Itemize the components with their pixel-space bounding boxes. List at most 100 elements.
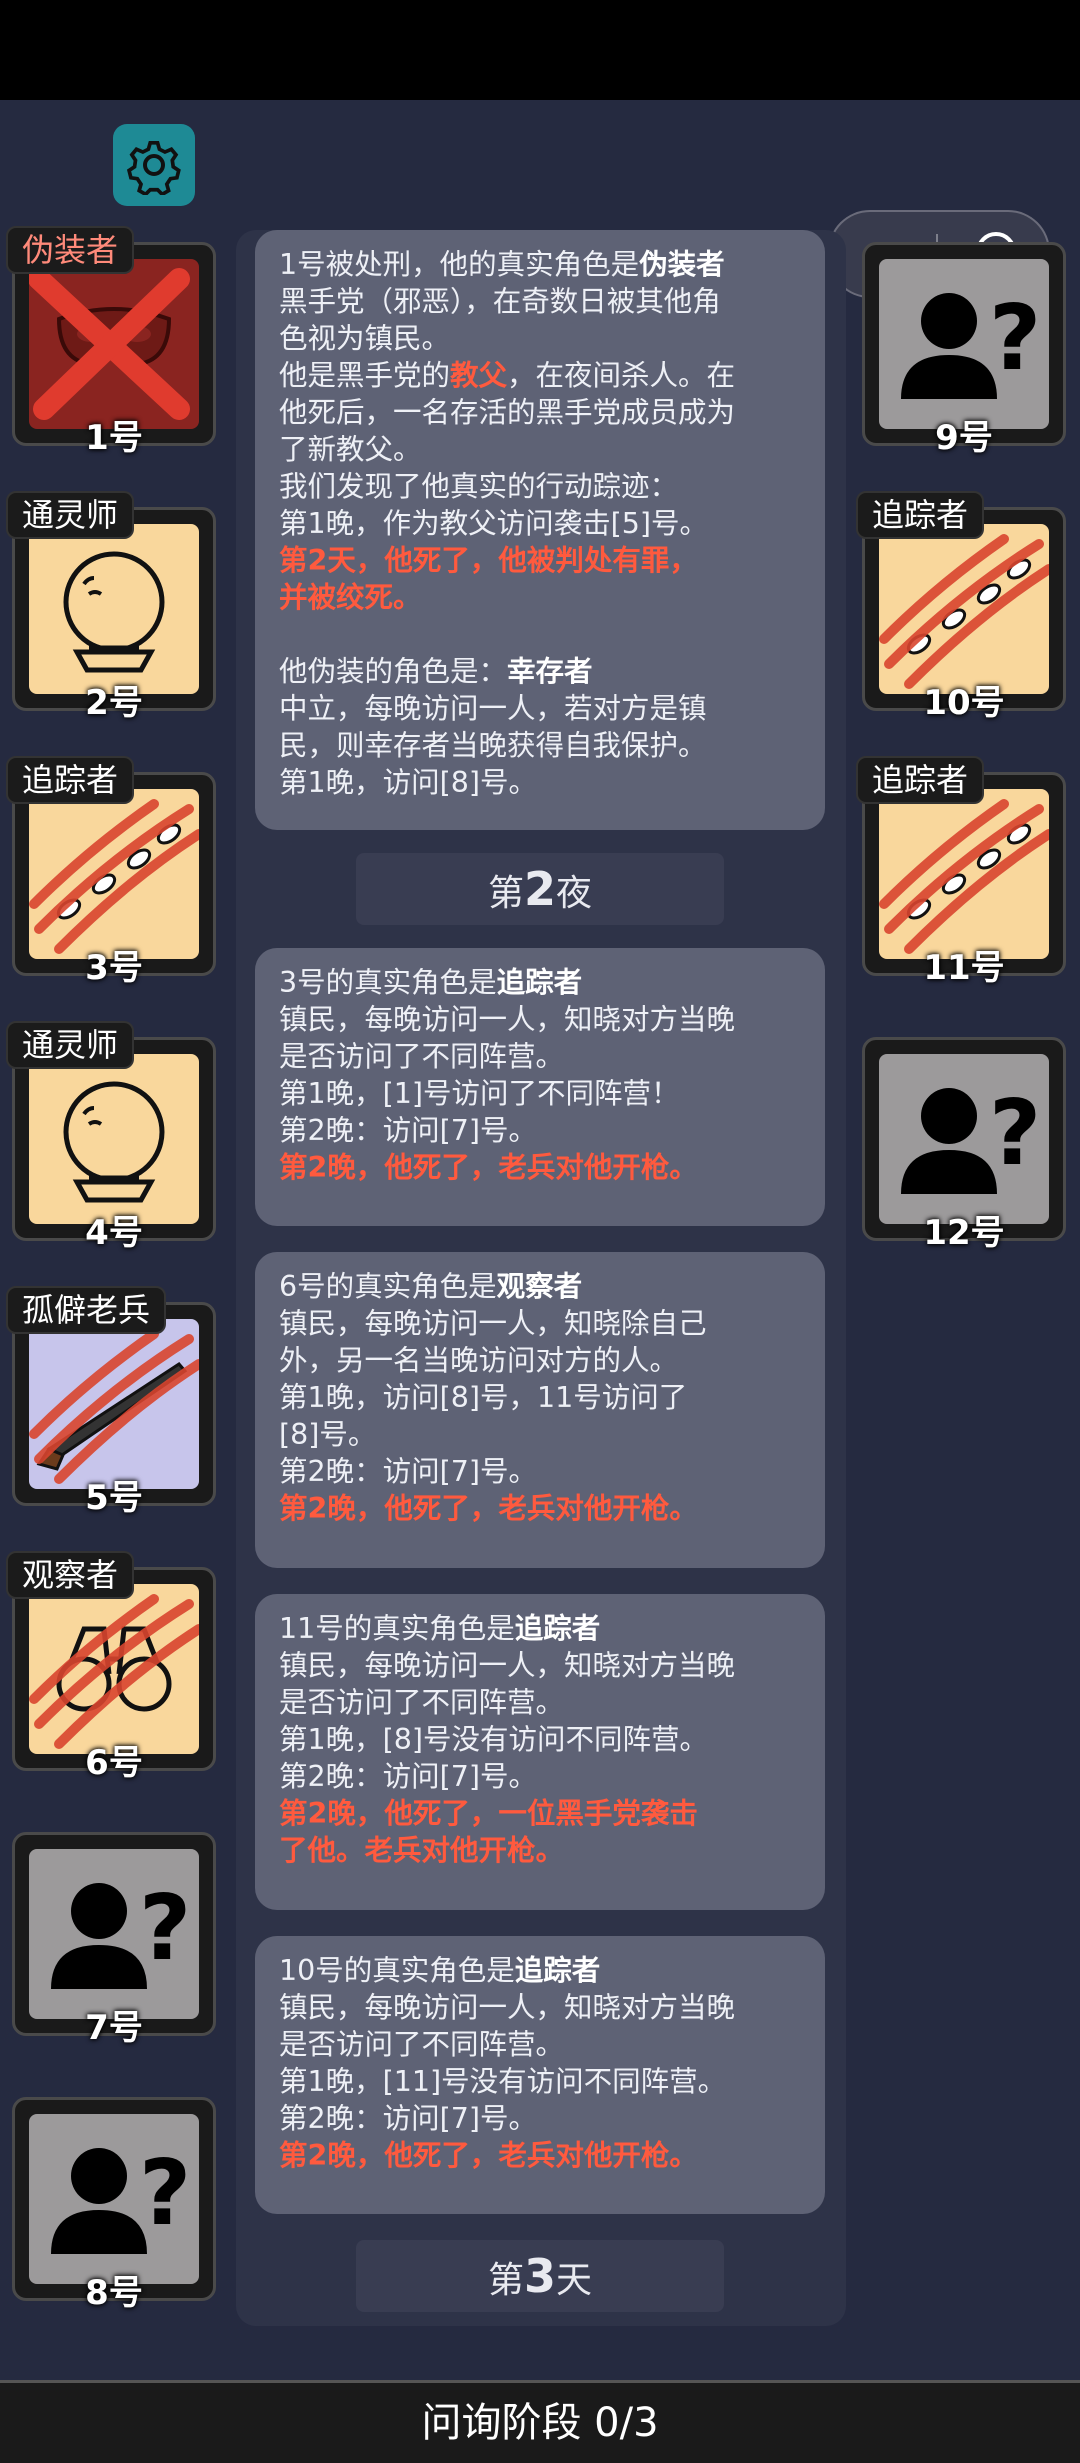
player-3[interactable]: 追踪者 3号 [6,756,216,988]
log-message-5: 10号的真实角色是追踪者 镇民，每晚访问一人，知晓对方当晚 是否访问了不同阵营。… [255,1936,825,2214]
player-1[interactable]: 伪装者 1号 [6,226,216,458]
player-portrait: ? [879,1054,1049,1224]
log-line: 6号的真实角色是观察者 [279,1270,583,1303]
player-portrait [29,1054,199,1224]
log-line: 黑手党（邪恶），在奇数日被其他角 [279,285,721,318]
log-line: 我们发现了他真实的行动踪迹： [279,470,679,503]
player-portrait: ? [29,1849,199,2019]
log-message-4: 11号的真实角色是追踪者 镇民，每晚访问一人，知晓对方当晚 是否访问了不同阵营。… [255,1594,825,1910]
player-portrait: ? [879,259,1049,429]
player-10[interactable]: 追踪者 10号 [856,491,1066,723]
log-line: 第1晚，访问[8]号，11号访问了 [279,1381,688,1414]
role-label: 观察者 [6,1551,135,1599]
player-7[interactable]: ? 7号 [12,1832,216,2048]
log-line-highlight: 第2晚，他死了，老兵对他开枪。 [279,1492,698,1525]
player-6[interactable]: 观察者 6号 [6,1551,216,1783]
log-line: 第1晚，[11]号没有访问不同阵营。 [279,2065,727,2098]
gear-icon [126,140,181,195]
log-line: 第1晚，[8]号没有访问不同阵营。 [279,1723,709,1756]
player-number: 10号 [923,683,1005,723]
log-line: 他伪装的角色是：幸存者 [279,655,593,688]
settings-button[interactable] [113,124,195,206]
log-line: 镇民，每晚访问一人，知晓对方当晚 [279,1003,736,1036]
player-8[interactable]: ? 8号 [12,2097,216,2313]
phase-status-bar: 问询阶段 0/3 [0,2380,1080,2463]
player-number: 6号 [85,1743,143,1783]
log-line: 11号的真实角色是追踪者 [279,1612,601,1645]
log-line: 1号被处刑，他的真实角色是伪装者 [279,248,725,281]
player-11[interactable]: 追踪者 11号 [856,756,1066,988]
log-line: 他死后，一名存活的黑手党成员成为 [279,396,736,429]
unknown-person-icon: ? [51,1876,191,1989]
role-label: 追踪者 [856,756,985,804]
role-label: 追踪者 [856,491,985,539]
log-line: 中立，每晚访问一人，若对方是镇 [279,692,707,725]
log-line: 民，则幸存者当晚获得自我保护。 [279,729,707,762]
player-2[interactable]: 通灵师 2号 [6,491,216,723]
player-number: 8号 [85,2273,143,2313]
log-line: 10号的真实角色是追踪者 [279,1954,601,1987]
player-portrait [879,524,1049,694]
claw-marks-icon [29,1594,199,1749]
log-line-highlight: 了他。老兵对他开枪。 [279,1834,565,1867]
player-4[interactable]: 通灵师 4号 [6,1021,216,1253]
crystal-ball-icon [63,1081,165,1203]
claw-marks-icon [29,1329,199,1484]
unknown-person-icon: ? [51,2141,191,2254]
player-number: 3号 [85,948,143,988]
log-line: 了新教父。 [279,433,422,466]
player-number: 2号 [85,683,143,723]
log-line: 是否访问了不同阵营。 [279,1686,565,1719]
log-line: 3号的真实角色是追踪者 [279,966,583,999]
player-number: 9号 [935,418,993,458]
log-line: 第2晚：访问[7]号。 [279,1455,538,1488]
player-number: 11号 [923,948,1005,988]
player-number: 12号 [923,1213,1005,1253]
log-line-highlight: 第2晚，他死了，一位黑手党袭击 [279,1797,698,1830]
claw-marks-icon [879,534,1049,689]
log-line: 镇民，每晚访问一人，知晓对方当晚 [279,1649,736,1682]
player-12[interactable]: ? 12号 [862,1037,1066,1253]
player-9[interactable]: ? 9号 [862,242,1066,458]
log-line: 色视为镇民。 [279,322,451,355]
claw-marks-icon [879,799,1049,954]
role-label: 追踪者 [6,756,135,804]
log-line: [8]号。 [279,1418,377,1451]
svg-text:?: ? [989,286,1041,391]
cross-icon [29,268,190,420]
log-line: 是否访问了不同阵营。 [279,1040,565,1073]
role-label: 通灵师 [6,491,135,539]
player-number: 1号 [85,418,143,458]
player-portrait: ? [29,2114,199,2284]
log-line: 第1晚，访问[8]号。 [279,766,538,799]
log-line: 是否访问了不同阵营。 [279,2028,565,2061]
log-line: 外，另一名当晚访问对方的人。 [279,1344,679,1377]
log-line-highlight: 第2天，他死了，他被判处有罪， [279,544,698,577]
svg-text:?: ? [989,1081,1041,1186]
crystal-ball-icon [63,551,165,673]
role-label: 孤僻老兵 [6,1286,167,1334]
player-portrait [29,789,199,959]
log-message-2: 3号的真实角色是追踪者 镇民，每晚访问一人，知晓对方当晚 是否访问了不同阵营。 … [255,948,825,1226]
phase-divider-day-3: 第3天 [356,2240,724,2312]
player-number: 4号 [85,1213,143,1253]
log-line: 第1晚，作为教父访问袭击[5]号。 [279,507,709,540]
svg-text:?: ? [139,1876,191,1981]
player-number: 7号 [85,2008,143,2048]
log-line: 第2晚：访问[7]号。 [279,2102,538,2135]
unknown-person-icon: ? [901,1081,1041,1194]
log-line: 镇民，每晚访问一人，知晓对方当晚 [279,1991,736,2024]
log-line: 镇民，每晚访问一人，知晓除自己 [279,1307,707,1340]
player-portrait [29,1584,199,1754]
role-label: 伪装者 [6,226,135,274]
log-line: 第1晚，[1]号访问了不同阵营！ [279,1077,680,1110]
log-line: 第2晚：访问[7]号。 [279,1114,538,1147]
log-message-1: 1号被处刑，他的真实角色是伪装者 黑手党（邪恶），在奇数日被其他角 色视为镇民。… [255,230,825,830]
player-5[interactable]: 孤僻老兵 5号 [6,1286,216,1518]
phase-divider-night-2: 第2夜 [356,853,724,925]
status-bar [0,0,1080,100]
player-portrait [29,259,199,429]
log-line-highlight: 并被绞死。 [279,581,422,614]
log-message-3: 6号的真实角色是观察者 镇民，每晚访问一人，知晓除自己 外，另一名当晚访问对方的… [255,1252,825,1568]
